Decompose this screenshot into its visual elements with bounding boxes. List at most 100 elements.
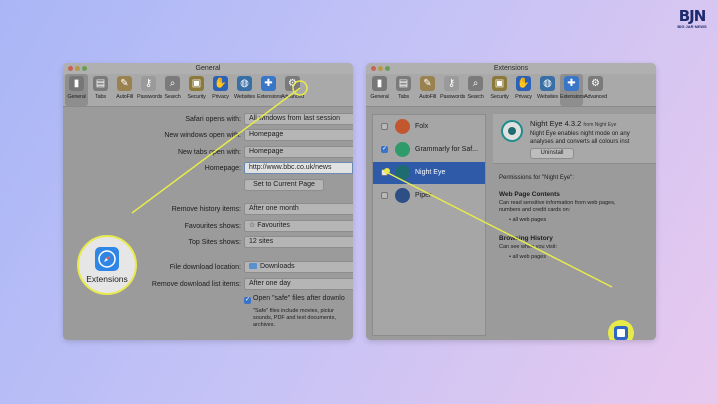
tabs-icon: ▤ [93, 76, 108, 91]
extensions-content: Folx ✓ Grammarly for Saf... Night Eye Pi… [366, 107, 656, 340]
new-windows-select[interactable]: Homepage [244, 129, 353, 141]
extension-header: Night Eye 4.3.2 from Night Eye Night Eye… [493, 114, 656, 164]
globe-icon: ◍ [237, 76, 252, 91]
toolbar-label: Tabs [95, 94, 106, 100]
safe-files-note: "Safe" files include movies, pictur soun… [253, 308, 336, 328]
zoom-button[interactable] [82, 66, 87, 71]
toolbar-websites[interactable]: ◍ Websites [536, 74, 559, 106]
toolbar-label: Advanced [281, 94, 304, 100]
list-item[interactable]: ✓ Grammarly for Saf... [373, 139, 485, 161]
web-contents-desc-2: numbers and credit cards on: [499, 207, 571, 213]
close-button[interactable] [68, 66, 73, 71]
compass-icon [98, 250, 116, 268]
remove-history-select[interactable]: After one month [244, 203, 353, 215]
toolbar-tabs[interactable]: ▤ Tabs [89, 74, 112, 106]
grammarly-icon [395, 142, 410, 157]
description-line-1: Night Eye enables night mode on any [530, 131, 630, 137]
toolbar-extensions[interactable]: ✚ Extensions [560, 74, 585, 106]
toolbar-general[interactable]: ▮ General [368, 74, 391, 106]
list-item[interactable]: Night Eye [373, 162, 485, 184]
extension-name: Grammarly for Saf... [415, 146, 479, 153]
remove-downloads-select[interactable]: After one day [244, 278, 353, 290]
extensions-zoom-callout: Extensions [77, 235, 137, 295]
web-contents-desc-1: Can read sensitive information from web … [499, 200, 616, 206]
homepage-label: Homepage: [204, 165, 241, 172]
toolbar-advanced[interactable]: ⚙ Advanced [584, 74, 607, 106]
extensions-preferences-window: Extensions ▮ General ▤ Tabs ✎ AutoFill ⚷ Passwo… [366, 63, 656, 340]
open-safe-label: Open "safe" files after downlo [253, 295, 345, 302]
toolbar-label: Passwords [137, 94, 163, 100]
minimize-button[interactable] [75, 66, 80, 71]
lock-icon: ▣ [492, 76, 507, 91]
toolbar-search[interactable]: ⌕ Search [161, 74, 184, 106]
safari-opens-select[interactable]: All windows from last session [244, 113, 353, 125]
close-button[interactable] [371, 66, 376, 71]
toolbar-autofill[interactable]: ✎ AutoFill [416, 74, 439, 106]
preferences-toolbar: ▮ General ▤ Tabs ✎ AutoFill ⚷ Passwords ⌕ Search ▣… [63, 74, 353, 107]
favourites-select[interactable]: ☆ Favourites [244, 220, 353, 232]
homepage-row: Homepage: http://www.bbc.co.uk/news [63, 162, 353, 175]
toolbar-privacy[interactable]: ✋ Privacy [209, 74, 232, 106]
uninstall-button[interactable]: Uninstall [530, 148, 574, 159]
hand-icon: ✋ [213, 76, 228, 91]
toolbar-passwords[interactable]: ⚷ Passwords [137, 74, 163, 106]
gear-icon: ⚙ [285, 76, 300, 91]
zoom-button[interactable] [385, 66, 390, 71]
toolbar-security[interactable]: ▣ Security [488, 74, 511, 106]
window-titlebar: Extensions [366, 63, 656, 74]
general-content: Safari opens with: All windows from last… [63, 107, 353, 340]
window-titlebar: General [63, 63, 353, 74]
extension-title: Night Eye 4.3.2 from Night Eye [530, 119, 616, 128]
toolbar-general[interactable]: ▮ General [65, 74, 88, 106]
phone-icon: ▮ [372, 76, 387, 91]
list-item[interactable]: Folx [373, 116, 485, 138]
safari-opens-label: Safari opens with: [185, 116, 241, 123]
night-eye-icon [501, 120, 523, 142]
new-tabs-select[interactable]: Homepage [244, 146, 353, 158]
favourites-row: Favourites shows: ☆ Favourites [63, 220, 353, 233]
logo-text: BJN [678, 7, 707, 25]
remove-history-row: Remove history items: After one month [63, 203, 353, 216]
toolbar-passwords[interactable]: ⚷ Passwords [440, 74, 465, 106]
web-contents-bullet: • all web pages [509, 217, 547, 223]
extension-checkbox[interactable] [381, 192, 388, 199]
extensions-list: Folx ✓ Grammarly for Saf... Night Eye Pi… [372, 114, 486, 336]
web-contents-title: Web Page Contents [499, 191, 560, 198]
extension-checkbox[interactable] [381, 169, 388, 176]
toolbar-label: AutoFill [419, 94, 436, 100]
extension-checkbox[interactable] [381, 123, 388, 130]
set-current-page-button[interactable]: Set to Current Page [244, 179, 324, 191]
open-safe-checkbox[interactable]: ✓ [244, 297, 251, 304]
download-location-select[interactable]: Downloads [244, 261, 353, 273]
pencil-icon: ✎ [117, 76, 132, 91]
logo-subtext: BIG JAR NEWS [677, 24, 707, 29]
extensions-zoom-label: Extensions [86, 274, 128, 284]
toolbar-advanced[interactable]: ⚙ Advanced [281, 74, 304, 106]
toolbar-autofill[interactable]: ✎ AutoFill [113, 74, 136, 106]
tabs-icon: ▤ [396, 76, 411, 91]
puzzle-icon [95, 247, 119, 271]
preferences-toolbar: ▮ General ▤ Tabs ✎ AutoFill ⚷ Passwords ⌕ Search ▣… [366, 74, 656, 107]
toolbar-tabs[interactable]: ▤ Tabs [392, 74, 415, 106]
list-item[interactable]: Piper [373, 185, 485, 207]
toolbar-security[interactable]: ▣ Security [185, 74, 208, 106]
top-sites-select[interactable]: 12 sites [244, 236, 353, 248]
homepage-input[interactable]: http://www.bbc.co.uk/news [244, 162, 353, 174]
extension-checkbox[interactable]: ✓ [381, 146, 388, 153]
folx-icon [395, 119, 410, 134]
toolbar-label: Advanced [584, 94, 607, 100]
puzzle-icon: ✚ [564, 76, 579, 91]
site-logo: BJN BIG JAR NEWS [676, 8, 708, 32]
minimize-button[interactable] [378, 66, 383, 71]
key-icon: ⚷ [444, 76, 459, 91]
extension-name-version: Night Eye 4.3.2 [530, 119, 582, 128]
toolbar-label: Extensions [257, 94, 282, 100]
toolbar-websites[interactable]: ◍ Websites [233, 74, 256, 106]
extension-detail: Night Eye 4.3.2 from Night Eye Night Eye… [493, 114, 656, 336]
toolbar-label: Tabs [398, 94, 409, 100]
toolbar-search[interactable]: ⌕ Search [464, 74, 487, 106]
toolbar-extensions[interactable]: ✚ Extensions [257, 74, 282, 106]
toolbar-privacy[interactable]: ✋ Privacy [512, 74, 535, 106]
permissions-title: Permissions for "Night Eye": [499, 175, 574, 181]
new-windows-label: New windows open with: [164, 132, 241, 139]
